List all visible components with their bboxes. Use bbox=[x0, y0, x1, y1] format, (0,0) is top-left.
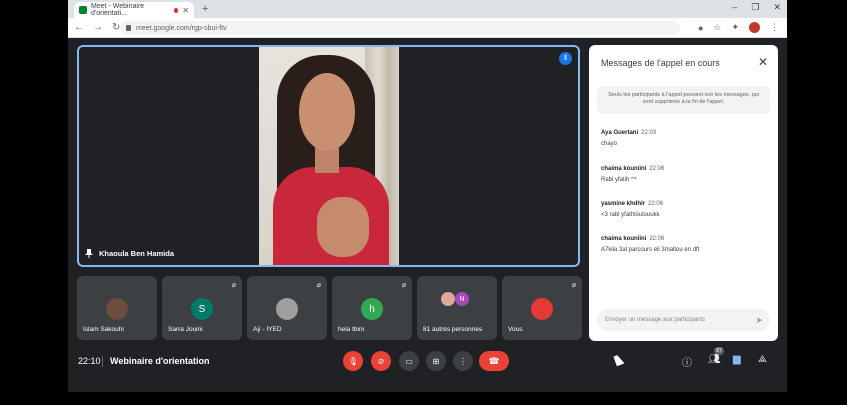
message-time: 22:06 bbox=[649, 236, 665, 242]
mic-off-icon: 🎙︎ bbox=[347, 356, 359, 366]
extensions-area: ● ☆ ✦ ⋮ bbox=[698, 22, 779, 33]
mic-muted-icon: ⌀ bbox=[231, 282, 236, 289]
chat-panel: Messages de l'appel en cours ✕ Seuls les… bbox=[589, 45, 778, 341]
browser-tab-bar: Meet - Webinaire d'orientati... ✕ + – ❐ … bbox=[68, 0, 787, 18]
meet-window: Meet - Webinaire d'orientati... ✕ + – ❐ … bbox=[68, 0, 787, 392]
present-button[interactable]: ⊞ bbox=[426, 351, 446, 371]
camera-off-button[interactable]: ⊘ bbox=[371, 351, 391, 371]
back-arrow-icon[interactable]: ← bbox=[74, 21, 84, 34]
present-icon: ⊞ bbox=[432, 356, 440, 366]
message-text: Rabi yfatih ^^ bbox=[601, 177, 637, 183]
avatar-group bbox=[441, 292, 455, 306]
chat-icon[interactable]: ▆ bbox=[733, 354, 741, 365]
browser-toolbar: ← → ↻ meet.google.com/rgp-sbui-ftv ● ☆ ✦… bbox=[68, 18, 787, 38]
speaker-name: Khaoula Ben Hamida bbox=[99, 249, 175, 258]
message-time: 22:03 bbox=[641, 130, 657, 136]
message-sender: yasmine khdhir bbox=[601, 201, 646, 207]
participant-tile[interactable]: Islam Sakouhi bbox=[77, 276, 157, 340]
close-window-button[interactable]: ✕ bbox=[773, 2, 781, 13]
mic-muted-icon: ⌀ bbox=[401, 282, 406, 289]
participant-name: Vous bbox=[508, 326, 523, 333]
meet-favicon-icon bbox=[79, 6, 87, 14]
participant-tile[interactable]: ⌀ S Sarra Jouini bbox=[162, 276, 242, 340]
tab-title: Meet - Webinaire d'orientati... bbox=[91, 3, 145, 17]
mic-muted-icon: ⌀ bbox=[316, 282, 321, 289]
minimize-button[interactable]: – bbox=[732, 2, 737, 13]
maximize-button[interactable]: ❐ bbox=[751, 2, 759, 13]
message-sender: Aya Guertani bbox=[601, 130, 639, 136]
address-bar[interactable]: meet.google.com/rgp-sbui-ftv bbox=[120, 21, 680, 35]
message-time: 22:06 bbox=[649, 166, 665, 172]
chat-message: chaima kouniini 22:06 A7kila 3al parcours… bbox=[601, 236, 771, 253]
browser-tab[interactable]: Meet - Webinaire d'orientati... ✕ bbox=[74, 2, 194, 18]
message-text: A7kila 3al parcours eli 3maltou en dft bbox=[601, 247, 700, 253]
more-options-button[interactable]: ⋮ bbox=[453, 351, 473, 371]
tab-close-icon[interactable]: ✕ bbox=[182, 6, 189, 15]
participant-name: Islam Sakouhi bbox=[83, 326, 124, 333]
avatar: N bbox=[455, 292, 469, 306]
avatar bbox=[531, 298, 553, 320]
hang-up-icon: ☎ bbox=[488, 355, 500, 366]
recording-dot-icon bbox=[173, 7, 179, 13]
participants-icon[interactable]: 👥︎ bbox=[708, 354, 721, 365]
close-icon[interactable]: ✕ bbox=[758, 55, 768, 69]
speaker-label: Khaoula Ben Hamida bbox=[85, 249, 174, 258]
forward-arrow-icon[interactable]: → bbox=[93, 21, 103, 34]
pin-icon[interactable] bbox=[85, 249, 93, 258]
participant-tile[interactable]: ⌀ Aÿ - IYED bbox=[247, 276, 327, 340]
message-sender: chaima kouniini bbox=[601, 236, 647, 242]
participant-tile[interactable]: ⌀ h hela tbini bbox=[332, 276, 412, 340]
meeting-info-icon[interactable]: ⓘ bbox=[682, 354, 692, 369]
message-time: 22:06 bbox=[648, 201, 664, 207]
participant-tile-others[interactable]: N 81 autres personnes bbox=[417, 276, 497, 340]
participant-name: hela tbini bbox=[338, 326, 365, 333]
participant-tile-self[interactable]: ⌀ Vous bbox=[502, 276, 582, 340]
url-text: meet.google.com/rgp-sbui-ftv bbox=[136, 24, 227, 32]
chat-message: Aya Guertani 22:03 chayo bbox=[601, 130, 771, 147]
message-text: chayo bbox=[601, 141, 618, 147]
camera-indicator-icon[interactable]: ● bbox=[698, 23, 703, 33]
extensions-puzzle-icon[interactable]: ✦ bbox=[731, 22, 739, 33]
divider bbox=[102, 356, 103, 367]
leave-call-button[interactable]: ☎ bbox=[479, 351, 509, 371]
participant-name: Aÿ - IYED bbox=[253, 326, 282, 333]
participant-name: 81 autres personnes bbox=[423, 326, 483, 333]
more-options-icon: ⋮ bbox=[459, 356, 467, 366]
speaker-camera-feed bbox=[259, 47, 399, 265]
meeting-time: 22:10 bbox=[78, 356, 101, 366]
chat-input[interactable]: Envoyer un message aux participants ➤ bbox=[597, 309, 770, 331]
nav-buttons: ← → ↻ bbox=[74, 21, 120, 34]
audio-level-icon: ⦀ bbox=[559, 52, 572, 65]
chat-input-placeholder: Envoyer un message aux participants bbox=[605, 317, 706, 323]
activities-icon[interactable]: ⟁ bbox=[758, 354, 767, 365]
bookmark-star-icon[interactable]: ☆ bbox=[713, 22, 721, 33]
captions-button[interactable]: ▭ bbox=[399, 351, 419, 371]
mic-off-button[interactable]: 🎙︎ bbox=[343, 351, 363, 371]
profile-avatar[interactable] bbox=[749, 22, 760, 33]
captions-icon: ▭ bbox=[405, 356, 413, 366]
chat-title: Messages de l'appel en cours bbox=[601, 58, 720, 68]
camera-off-icon: ⊘ bbox=[377, 356, 385, 366]
avatar: S bbox=[191, 298, 213, 320]
chat-notice: Seuls les participants à l'appel peuvent… bbox=[597, 86, 770, 114]
window-controls: – ❐ ✕ bbox=[732, 2, 781, 13]
avatar bbox=[276, 298, 298, 320]
mic-muted-icon: ⌀ bbox=[571, 282, 576, 289]
avatar bbox=[106, 298, 128, 320]
chat-message: chaima kouniini 22:06 Rabi yfatih ^^ bbox=[601, 166, 771, 183]
new-tab-button[interactable]: + bbox=[202, 2, 208, 16]
avatar: h bbox=[361, 298, 383, 320]
browser-menu-icon[interactable]: ⋮ bbox=[770, 22, 779, 33]
message-sender: chaima kouniini bbox=[601, 166, 647, 172]
chat-message: yasmine khdhir 22:06 <3 rabi yfathloulouu… bbox=[601, 201, 771, 218]
meeting-title: Webinaire d'orientation bbox=[110, 356, 210, 366]
send-icon[interactable]: ➤ bbox=[755, 315, 763, 326]
main-speaker-video[interactable]: ⦀ Khaoula Ben Hamida bbox=[77, 45, 580, 267]
mouse-cursor-icon bbox=[613, 353, 625, 367]
participant-name: Sarra Jouini bbox=[168, 326, 203, 333]
message-text: <3 rabi yfathloulouukk bbox=[601, 212, 660, 218]
lock-icon bbox=[126, 25, 131, 31]
